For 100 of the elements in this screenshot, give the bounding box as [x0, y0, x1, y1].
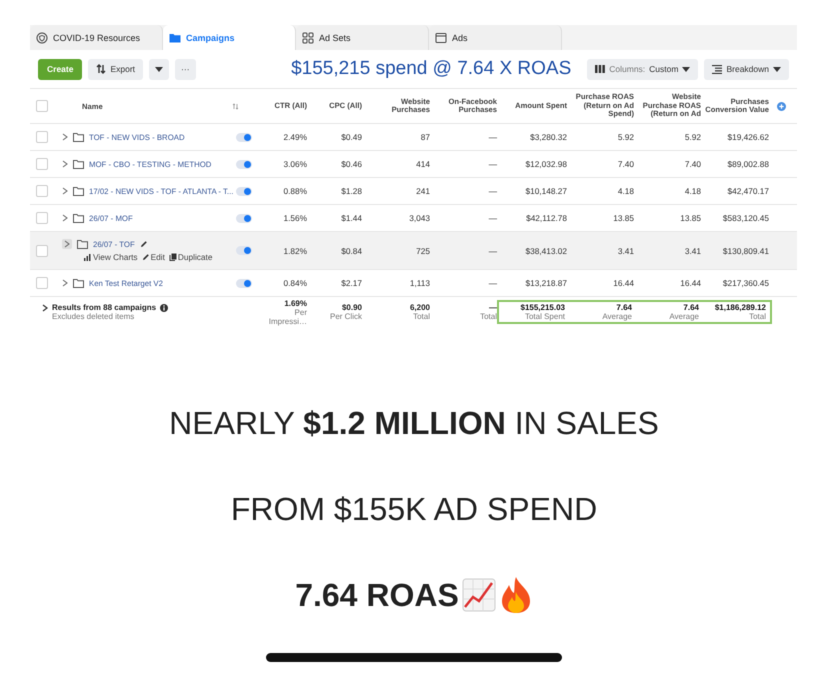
headline-text: FROM $155K AD SPEND	[230, 490, 598, 528]
columns-button[interactable]: Columns: Custom	[587, 58, 698, 80]
table-cell-text: 3,043	[408, 213, 431, 223]
table-cell-text: $130,809.41	[722, 246, 770, 256]
headline-text: $155,215 spend @ 7.64 X ROAS	[291, 58, 572, 80]
action-link[interactable]: View Charts	[84, 252, 138, 262]
chevron-icon	[62, 279, 68, 287]
table-cell-text: 13.85	[679, 213, 702, 223]
chevron-icon	[42, 304, 48, 312]
table-cell-text: 1,113	[408, 278, 431, 288]
headline-text: NEARLY $1.2 MILLION IN SALES	[169, 404, 659, 442]
table-cell-text: —	[488, 132, 498, 142]
total-value: 1.69%	[283, 298, 307, 308]
table-cell-text: $42,470.17	[726, 186, 770, 196]
table-cell-text: 13.85	[612, 213, 635, 223]
action-link[interactable]: Edit	[142, 252, 165, 262]
folder-icon	[77, 240, 88, 248]
caret-icon	[155, 66, 164, 72]
table-cell-text: —	[488, 186, 498, 196]
table-cell-text: $0.84	[340, 246, 363, 256]
chevron-icon	[62, 214, 68, 222]
table-cell-text: $1.44	[340, 213, 363, 223]
headline-text: 7.64 ROAS	[295, 576, 459, 614]
results-summary: Results from 88 campaigns	[52, 303, 156, 312]
table-cell-text: 7.40	[616, 159, 635, 169]
total-label: Per Impressi…	[268, 308, 307, 326]
toggle-switch[interactable]	[236, 186, 252, 196]
dropdown-button[interactable]	[149, 58, 170, 80]
folder-icon	[73, 214, 84, 222]
folder-icon	[73, 160, 84, 168]
info-icon	[160, 304, 168, 312]
bar-chart-icon	[84, 253, 92, 261]
toggle-switch[interactable]	[236, 214, 252, 222]
table-cell-text: —	[488, 213, 498, 223]
table-cell-text: $2.17	[340, 278, 363, 288]
table-cell-text: 4.18	[616, 186, 635, 196]
total-label: Per Click	[328, 312, 362, 321]
breakdown-button[interactable]: Breakdown	[704, 58, 789, 80]
results-note: Excludes deleted items	[51, 312, 136, 321]
checkbox[interactable]	[36, 100, 48, 112]
total-value: 7.64	[615, 303, 632, 312]
toggle-switch[interactable]	[236, 278, 252, 288]
checkbox[interactable]	[36, 277, 48, 289]
table-cell-text: 0.88%	[282, 186, 308, 196]
chevron-icon	[62, 187, 68, 195]
window-icon	[435, 32, 447, 44]
folder-icon	[73, 132, 84, 142]
columns-icon	[595, 65, 606, 73]
table-cell-text: —	[488, 159, 498, 169]
table-cell-text: 16.44	[612, 278, 635, 288]
action-link[interactable]: Duplicate	[168, 252, 212, 262]
total-label: Total	[479, 312, 497, 321]
chevron-icon	[62, 160, 68, 168]
checkbox[interactable]	[36, 244, 48, 256]
table-cell-text: $0.49	[340, 132, 363, 142]
table-cell-text: $217,360.45	[722, 278, 770, 288]
checkbox[interactable]	[36, 185, 48, 197]
more-button[interactable]: ···	[175, 58, 196, 80]
folder-icon	[73, 278, 84, 288]
checkbox[interactable]	[36, 212, 48, 224]
export-button[interactable]: Export	[88, 58, 144, 80]
table-cell-text: 16.44	[679, 278, 702, 288]
total-value: 7.64	[682, 303, 699, 312]
table-cell-text: 5.92	[616, 132, 635, 142]
table-cell-text: 414	[415, 159, 431, 169]
table-cell-text: $13,218.87	[524, 278, 568, 288]
breakdown-icon	[712, 64, 722, 74]
table-cell-text: 3.06%	[282, 159, 308, 169]
table-cell-text: $42,112.78	[525, 213, 568, 223]
table-cell-text: $0.46	[340, 159, 363, 169]
sort-icon	[232, 102, 239, 110]
table-cell-text: 1.56%	[282, 213, 308, 223]
total-label: Average	[601, 312, 632, 321]
table-cell-text: 5.92	[684, 132, 702, 142]
table-cell-text: 241	[415, 186, 431, 196]
table-cell-text: $10,148.27	[524, 186, 568, 196]
table-cell-text: 725	[415, 246, 431, 256]
rising-chart-icon	[462, 578, 496, 612]
table-cell-text: 4.18	[684, 186, 702, 196]
checkbox[interactable]	[36, 158, 48, 170]
toggle-switch[interactable]	[236, 246, 252, 255]
table-cell-text: $12,032.98	[524, 159, 568, 169]
table-cell-text: $38,413.02	[524, 246, 568, 256]
copy-icon	[168, 253, 177, 261]
table-cell-text: 3.41	[616, 246, 635, 256]
table-cell-text: $583,120.45	[722, 213, 770, 223]
checkbox[interactable]	[36, 131, 48, 143]
toggle-switch[interactable]	[236, 160, 252, 168]
caret-icon	[773, 66, 781, 72]
table-cell-text: 1.82%	[282, 246, 308, 256]
total-label: Total	[412, 312, 430, 321]
table-cell-text: 0.84%	[282, 278, 308, 288]
toggle-switch[interactable]	[236, 132, 252, 142]
table-cell-text: 3.41	[684, 246, 702, 256]
table-cell-text: $19,426.62	[726, 132, 770, 142]
table-cell-text: 87	[420, 132, 431, 142]
tab[interactable]: Campaigns	[163, 25, 296, 50]
folder-icon	[169, 32, 181, 44]
grid-icon	[302, 32, 314, 44]
table-cell-text: $89,002.88	[726, 159, 770, 169]
